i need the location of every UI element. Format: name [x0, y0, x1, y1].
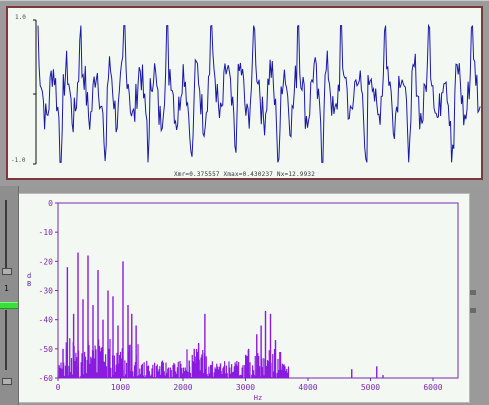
spectrum-y-axis-label: d B — [27, 272, 32, 288]
spectrum-xtick-label: 5000 — [361, 383, 380, 392]
channel-level-indicator — [0, 302, 18, 309]
channel-label: 1 — [4, 284, 9, 293]
spectrum-ytick-label: -50 — [39, 345, 54, 354]
spectrum-ytick-label: -40 — [39, 316, 54, 325]
rail-line-top — [5, 200, 7, 270]
spectrum-xtick-label: 6000 — [423, 383, 442, 392]
spectrum-ytick-label: 0 — [48, 199, 53, 208]
spectrum-panel: 0 -10 -20 -30 -40 -50 -60 0 1000 2000 3000 4000 5000… — [0, 186, 489, 405]
waveform-stats: Xmr=0.375557 Xmax=0.430237 Nx=12.9932 — [173, 171, 316, 178]
spectrum-ytick-label: -20 — [39, 257, 54, 266]
spectrum-ytick-label: -30 — [39, 287, 54, 296]
spectrum-view[interactable]: 0 -10 -20 -30 -40 -50 -60 0 1000 2000 3000 4000 5000… — [18, 193, 470, 403]
waveform-plot — [33, 19, 481, 165]
waveform-trace — [37, 23, 481, 163]
scroll-marker-2 — [470, 308, 476, 313]
spectrum-xtick-label: 0 — [56, 383, 61, 392]
scroll-marker-1 — [470, 290, 476, 295]
spectrum-chart: 0-10-20-30-40-50-600 1000 2000 3000 4000 5000… — [39, 199, 459, 402]
spectrum-ytick-label: -10 — [39, 228, 54, 237]
waveform-view[interactable]: 1.0 -1.0 Xmr=0.375557 Xmax=0.430237 Nx=1… — [6, 6, 483, 180]
spectrum-xtick-label: 4000 — [298, 383, 317, 392]
volume-slider-knob[interactable] — [2, 268, 12, 275]
spectrum-xtick-label: 3000 — [236, 383, 255, 392]
pan-slider-knob[interactable] — [2, 378, 12, 385]
rail-line-bottom — [5, 310, 7, 370]
spectrum-ytick-label: -60 — [39, 374, 54, 383]
right-scrollbar[interactable] — [471, 190, 489, 405]
waveform-panel: 1.0 -1.0 Xmr=0.375557 Xmax=0.430237 Nx=1… — [0, 0, 489, 186]
spectrum-xtick-label: 1000 — [111, 383, 130, 392]
spectrum-xtick-label: 2000 — [173, 383, 192, 392]
left-rail: 1 — [0, 186, 19, 405]
spectrum-x-axis-label: Hz — [254, 394, 262, 402]
